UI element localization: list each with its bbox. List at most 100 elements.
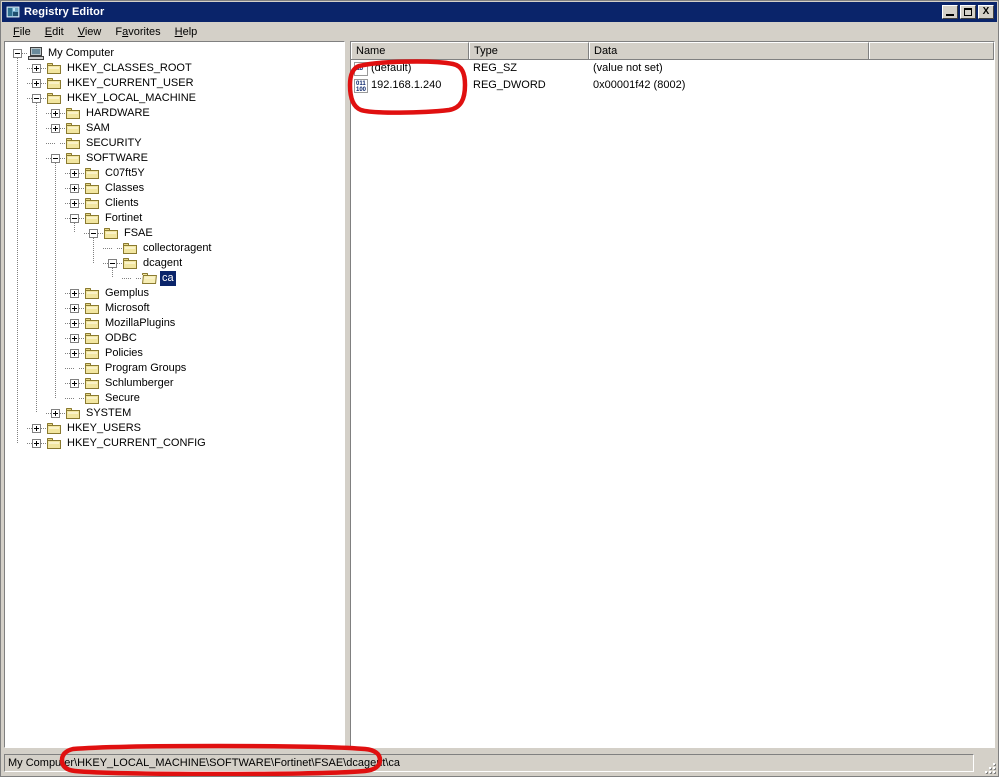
string-value-icon: ab (354, 61, 368, 76)
column-header-filler (869, 42, 994, 59)
folder-icon (47, 77, 63, 90)
tree-item-label: Classes (105, 182, 145, 194)
menu-item-view[interactable]: View (71, 24, 109, 40)
value-row[interactable]: ab (default) REG_SZ (value not set) (351, 60, 994, 77)
title-bar[interactable]: Registry Editor X (2, 2, 997, 22)
tree-item-label: Secure (105, 392, 140, 404)
tree-item-security[interactable]: SECURITY (5, 136, 344, 151)
value-name-cell: 011 100 192.168.1.240 (351, 77, 469, 94)
registry-tree-pane[interactable]: My Computer HKEY_CLASSES_ROOT HKEY_CURRENT… (4, 41, 345, 748)
folder-icon (85, 377, 101, 390)
expand-icon[interactable] (70, 304, 79, 313)
registry-values-pane[interactable]: Name Type Data ab (default) REG_SZ (value not… (350, 41, 995, 748)
window-controls: X (942, 5, 994, 19)
values-list[interactable]: Name Type Data ab (default) REG_SZ (value not… (351, 42, 994, 747)
expand-icon[interactable] (70, 199, 79, 208)
menu-item-edit[interactable]: Edit (38, 24, 71, 40)
folder-icon (104, 227, 120, 240)
folder-icon (85, 167, 101, 180)
value-row[interactable]: 011 100 192.168.1.240 REG_DWORD 0x00001f42 (… (351, 77, 994, 94)
tree-item-label: HKEY_LOCAL_MACHINE (67, 92, 196, 104)
menu-item-help[interactable]: Help (168, 24, 205, 40)
expand-icon[interactable] (32, 79, 41, 88)
folder-icon (47, 62, 63, 75)
close-button[interactable]: X (978, 5, 994, 19)
folder-icon (85, 347, 101, 360)
collapse-icon[interactable] (108, 259, 117, 268)
expand-icon[interactable] (70, 379, 79, 388)
tree-item-hardware[interactable]: HARDWARE (5, 106, 344, 121)
values-list-header[interactable]: Name Type Data (351, 42, 994, 60)
column-header-type[interactable]: Type (469, 42, 589, 59)
folder-icon (66, 122, 82, 135)
menu-item-file[interactable]: File (6, 24, 38, 40)
tree-item-label: Microsoft (105, 302, 150, 314)
tree-item-hkey-users[interactable]: HKEY_USERS (5, 421, 344, 436)
tree-connector (74, 223, 75, 233)
tree-item-hkey-current-user[interactable]: HKEY_CURRENT_USER (5, 76, 344, 91)
collapse-icon[interactable] (51, 154, 60, 163)
collapse-icon[interactable] (89, 229, 98, 238)
tree-item-label: C07ft5Y (105, 167, 145, 179)
expand-icon[interactable] (70, 169, 79, 178)
expand-icon[interactable] (70, 334, 79, 343)
tree-item-hkey-local-machine[interactable]: HKEY_LOCAL_MACHINE (5, 91, 344, 106)
menu-bar: File Edit View Favorites Help (2, 22, 997, 41)
folder-icon (47, 422, 63, 435)
menu-item-favorites[interactable]: Favorites (108, 24, 167, 40)
tree-connector (122, 278, 131, 279)
column-header-name[interactable]: Name (351, 42, 469, 59)
maximize-button[interactable] (960, 5, 976, 19)
tree-item-label: HKEY_CURRENT_USER (67, 77, 194, 89)
folder-icon (123, 242, 139, 255)
close-icon: X (982, 6, 990, 17)
tree-item-sam[interactable]: SAM (5, 121, 344, 136)
column-header-data[interactable]: Data (589, 42, 869, 59)
expand-icon[interactable] (51, 124, 60, 133)
value-data: 0x00001f42 (8002) (593, 79, 686, 91)
expand-icon[interactable] (70, 184, 79, 193)
folder-icon (123, 257, 139, 270)
collapse-icon[interactable] (32, 94, 41, 103)
expand-icon[interactable] (70, 319, 79, 328)
value-name: 192.168.1.240 (371, 79, 442, 91)
folder-icon (85, 287, 101, 300)
expand-icon[interactable] (32, 424, 41, 433)
collapse-icon[interactable] (13, 49, 22, 58)
collapse-icon[interactable] (70, 214, 79, 223)
folder-open-icon (142, 272, 158, 285)
registry-editor-icon (5, 4, 21, 20)
expand-icon[interactable] (51, 409, 60, 418)
registry-editor-window: Registry Editor X File Edit View Favorit… (0, 0, 999, 777)
expand-icon[interactable] (32, 439, 41, 448)
dword-value-icon: 011 100 (354, 78, 368, 93)
tree-connector (55, 163, 56, 398)
minimize-button[interactable] (942, 5, 958, 19)
tree-item-hkey-classes-root[interactable]: HKEY_CLASSES_ROOT (5, 61, 344, 76)
folder-icon (85, 182, 101, 195)
tree-connector (17, 58, 18, 443)
resize-grip-icon[interactable] (981, 759, 995, 773)
folder-icon (85, 197, 101, 210)
expand-icon[interactable] (70, 289, 79, 298)
expand-icon[interactable] (32, 64, 41, 73)
tree-item-label: HARDWARE (86, 107, 150, 119)
registry-tree[interactable]: My Computer HKEY_CLASSES_ROOT HKEY_CURRENT… (5, 42, 344, 747)
values-list-rows[interactable]: ab (default) REG_SZ (value not set) 011 100 19… (351, 60, 994, 94)
client-area: My Computer HKEY_CLASSES_ROOT HKEY_CURRENT… (2, 41, 997, 750)
expand-icon[interactable] (51, 109, 60, 118)
tree-connector (65, 398, 74, 399)
tree-connector (93, 238, 94, 263)
computer-icon (28, 47, 44, 60)
tree-connector (103, 248, 112, 249)
value-name: (default) (371, 62, 412, 74)
value-type: REG_DWORD (473, 79, 546, 91)
folder-icon (66, 137, 82, 150)
tree-item-hkey-current-config[interactable]: HKEY_CURRENT_CONFIG (5, 436, 344, 451)
tree-item-system[interactable]: SYSTEM (5, 406, 344, 421)
folder-icon (85, 302, 101, 315)
tree-item-label: Program Groups (105, 362, 187, 374)
tree-item-my-computer[interactable]: My Computer (5, 46, 344, 61)
expand-icon[interactable] (70, 349, 79, 358)
tree-item-label: Policies (105, 347, 143, 359)
